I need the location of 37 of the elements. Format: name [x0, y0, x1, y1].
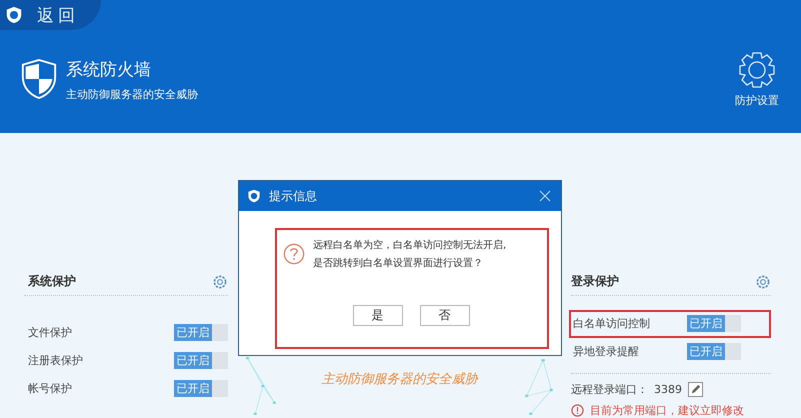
edit-icon[interactable]	[688, 382, 703, 397]
dialog-button[interactable]: 否	[420, 305, 470, 326]
shield-logo-icon	[247, 189, 261, 203]
network-drawing	[525, 359, 553, 415]
toggle-switch[interactable]: 已开启	[687, 342, 741, 360]
warning-text: 目前为常用端口，建议立即修改	[590, 403, 744, 418]
section-title: 系统保护	[28, 273, 76, 290]
toggle-switch[interactable]: 已开启	[174, 324, 228, 340]
dialog-button[interactable]: 是	[352, 305, 402, 326]
center-subtitle: 主动防御服务器的安全威胁	[322, 371, 478, 388]
toggle-switch[interactable]: 已开启	[174, 352, 228, 368]
port-value: 3389	[654, 383, 682, 396]
protection-settings-button[interactable]: 防护设置	[735, 50, 779, 108]
network-drawing	[246, 357, 276, 415]
setting-label: 帐号保护	[28, 380, 72, 396]
setting-label: 注册表保护	[28, 352, 83, 368]
dialog-title: 提示信息	[269, 188, 318, 204]
page-subtitle: 主动防御服务器的安全威胁	[66, 87, 199, 102]
settings-icon	[737, 50, 777, 90]
setting-label: 白名单访问控制	[573, 316, 650, 332]
back-button[interactable]: 返回	[0, 0, 101, 30]
settings-icon[interactable]	[755, 274, 771, 290]
shield-logo-icon	[5, 6, 23, 24]
port-label: 远程登录端口：	[571, 382, 648, 397]
close-icon	[539, 190, 551, 202]
toggle-switch[interactable]: 已开启	[174, 380, 228, 396]
setting-label: 文件保护	[28, 324, 72, 340]
shield-icon	[20, 58, 58, 100]
settings-icon[interactable]	[212, 274, 228, 290]
setting-label: 异地登录提醒	[573, 344, 639, 359]
question-icon	[283, 243, 305, 265]
warning-icon	[571, 404, 584, 417]
section-title: 登录保护	[571, 273, 619, 290]
dialog-message: 是否跳转到白名单设置界面进行设置？	[313, 256, 484, 270]
toggle-switch[interactable]: 已开启	[687, 315, 741, 332]
page-title: 系统防火墙	[66, 59, 152, 81]
dialog-message: 远程白名单为空，白名单访问控制无法开启,	[313, 238, 506, 252]
